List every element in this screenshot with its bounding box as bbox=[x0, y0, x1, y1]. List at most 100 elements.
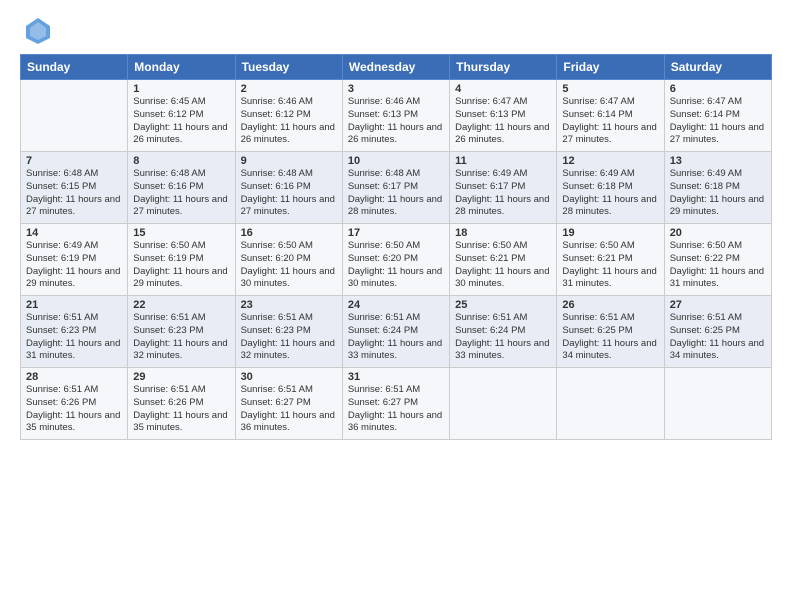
calendar-cell: 8Sunrise: 6:48 AM Sunset: 6:16 PM Daylig… bbox=[128, 152, 235, 224]
calendar-cell bbox=[21, 80, 128, 152]
day-number: 2 bbox=[241, 83, 337, 95]
calendar-cell: 11Sunrise: 6:49 AM Sunset: 6:17 PM Dayli… bbox=[450, 152, 557, 224]
calendar-cell: 16Sunrise: 6:50 AM Sunset: 6:20 PM Dayli… bbox=[235, 224, 342, 296]
day-number: 5 bbox=[562, 83, 658, 95]
day-number: 11 bbox=[455, 155, 551, 167]
calendar-cell: 29Sunrise: 6:51 AM Sunset: 6:26 PM Dayli… bbox=[128, 368, 235, 440]
calendar-cell: 2Sunrise: 6:46 AM Sunset: 6:12 PM Daylig… bbox=[235, 80, 342, 152]
day-info: Sunrise: 6:50 AM Sunset: 6:19 PM Dayligh… bbox=[133, 240, 229, 291]
calendar-cell: 12Sunrise: 6:49 AM Sunset: 6:18 PM Dayli… bbox=[557, 152, 664, 224]
day-info: Sunrise: 6:51 AM Sunset: 6:25 PM Dayligh… bbox=[670, 312, 766, 363]
calendar-cell: 3Sunrise: 6:46 AM Sunset: 6:13 PM Daylig… bbox=[342, 80, 449, 152]
day-number: 6 bbox=[670, 83, 766, 95]
day-number: 7 bbox=[26, 155, 122, 167]
calendar-cell: 31Sunrise: 6:51 AM Sunset: 6:27 PM Dayli… bbox=[342, 368, 449, 440]
day-number: 19 bbox=[562, 227, 658, 239]
day-number: 31 bbox=[348, 371, 444, 383]
calendar-header-row: SundayMondayTuesdayWednesdayThursdayFrid… bbox=[21, 55, 772, 80]
day-number: 18 bbox=[455, 227, 551, 239]
day-number: 21 bbox=[26, 299, 122, 311]
logo bbox=[20, 16, 52, 44]
day-number: 16 bbox=[241, 227, 337, 239]
day-number: 27 bbox=[670, 299, 766, 311]
calendar-cell: 17Sunrise: 6:50 AM Sunset: 6:20 PM Dayli… bbox=[342, 224, 449, 296]
calendar-header-sunday: Sunday bbox=[21, 55, 128, 80]
calendar-cell bbox=[557, 368, 664, 440]
day-number: 3 bbox=[348, 83, 444, 95]
day-number: 28 bbox=[26, 371, 122, 383]
calendar-cell: 23Sunrise: 6:51 AM Sunset: 6:23 PM Dayli… bbox=[235, 296, 342, 368]
calendar-cell: 7Sunrise: 6:48 AM Sunset: 6:15 PM Daylig… bbox=[21, 152, 128, 224]
day-info: Sunrise: 6:48 AM Sunset: 6:16 PM Dayligh… bbox=[241, 168, 337, 219]
calendar-header-wednesday: Wednesday bbox=[342, 55, 449, 80]
day-number: 17 bbox=[348, 227, 444, 239]
calendar-cell: 26Sunrise: 6:51 AM Sunset: 6:25 PM Dayli… bbox=[557, 296, 664, 368]
day-info: Sunrise: 6:51 AM Sunset: 6:25 PM Dayligh… bbox=[562, 312, 658, 363]
day-number: 10 bbox=[348, 155, 444, 167]
day-info: Sunrise: 6:49 AM Sunset: 6:17 PM Dayligh… bbox=[455, 168, 551, 219]
header bbox=[20, 16, 772, 44]
day-info: Sunrise: 6:51 AM Sunset: 6:26 PM Dayligh… bbox=[26, 384, 122, 435]
calendar-header-tuesday: Tuesday bbox=[235, 55, 342, 80]
day-info: Sunrise: 6:51 AM Sunset: 6:27 PM Dayligh… bbox=[348, 384, 444, 435]
day-number: 14 bbox=[26, 227, 122, 239]
day-info: Sunrise: 6:51 AM Sunset: 6:27 PM Dayligh… bbox=[241, 384, 337, 435]
calendar-cell: 10Sunrise: 6:48 AM Sunset: 6:17 PM Dayli… bbox=[342, 152, 449, 224]
day-number: 29 bbox=[133, 371, 229, 383]
calendar-week-row: 21Sunrise: 6:51 AM Sunset: 6:23 PM Dayli… bbox=[21, 296, 772, 368]
day-info: Sunrise: 6:48 AM Sunset: 6:15 PM Dayligh… bbox=[26, 168, 122, 219]
calendar-cell: 18Sunrise: 6:50 AM Sunset: 6:21 PM Dayli… bbox=[450, 224, 557, 296]
calendar-week-row: 7Sunrise: 6:48 AM Sunset: 6:15 PM Daylig… bbox=[21, 152, 772, 224]
page: SundayMondayTuesdayWednesdayThursdayFrid… bbox=[0, 0, 792, 612]
calendar-cell: 27Sunrise: 6:51 AM Sunset: 6:25 PM Dayli… bbox=[664, 296, 771, 368]
calendar-cell bbox=[664, 368, 771, 440]
logo-icon bbox=[24, 16, 52, 44]
day-info: Sunrise: 6:50 AM Sunset: 6:21 PM Dayligh… bbox=[455, 240, 551, 291]
calendar-cell: 9Sunrise: 6:48 AM Sunset: 6:16 PM Daylig… bbox=[235, 152, 342, 224]
day-info: Sunrise: 6:48 AM Sunset: 6:17 PM Dayligh… bbox=[348, 168, 444, 219]
day-number: 1 bbox=[133, 83, 229, 95]
calendar-cell: 6Sunrise: 6:47 AM Sunset: 6:14 PM Daylig… bbox=[664, 80, 771, 152]
calendar-cell: 28Sunrise: 6:51 AM Sunset: 6:26 PM Dayli… bbox=[21, 368, 128, 440]
calendar-cell: 5Sunrise: 6:47 AM Sunset: 6:14 PM Daylig… bbox=[557, 80, 664, 152]
day-number: 22 bbox=[133, 299, 229, 311]
calendar-cell: 13Sunrise: 6:49 AM Sunset: 6:18 PM Dayli… bbox=[664, 152, 771, 224]
day-number: 15 bbox=[133, 227, 229, 239]
day-info: Sunrise: 6:50 AM Sunset: 6:22 PM Dayligh… bbox=[670, 240, 766, 291]
calendar-cell: 25Sunrise: 6:51 AM Sunset: 6:24 PM Dayli… bbox=[450, 296, 557, 368]
calendar-cell: 20Sunrise: 6:50 AM Sunset: 6:22 PM Dayli… bbox=[664, 224, 771, 296]
day-number: 13 bbox=[670, 155, 766, 167]
day-info: Sunrise: 6:46 AM Sunset: 6:13 PM Dayligh… bbox=[348, 96, 444, 147]
day-info: Sunrise: 6:51 AM Sunset: 6:23 PM Dayligh… bbox=[241, 312, 337, 363]
calendar-header-friday: Friday bbox=[557, 55, 664, 80]
day-info: Sunrise: 6:51 AM Sunset: 6:24 PM Dayligh… bbox=[348, 312, 444, 363]
day-number: 12 bbox=[562, 155, 658, 167]
calendar-cell: 14Sunrise: 6:49 AM Sunset: 6:19 PM Dayli… bbox=[21, 224, 128, 296]
day-info: Sunrise: 6:46 AM Sunset: 6:12 PM Dayligh… bbox=[241, 96, 337, 147]
calendar-cell: 21Sunrise: 6:51 AM Sunset: 6:23 PM Dayli… bbox=[21, 296, 128, 368]
calendar-cell: 1Sunrise: 6:45 AM Sunset: 6:12 PM Daylig… bbox=[128, 80, 235, 152]
day-number: 30 bbox=[241, 371, 337, 383]
calendar-week-row: 1Sunrise: 6:45 AM Sunset: 6:12 PM Daylig… bbox=[21, 80, 772, 152]
day-info: Sunrise: 6:49 AM Sunset: 6:19 PM Dayligh… bbox=[26, 240, 122, 291]
calendar-table: SundayMondayTuesdayWednesdayThursdayFrid… bbox=[20, 54, 772, 440]
calendar-cell: 15Sunrise: 6:50 AM Sunset: 6:19 PM Dayli… bbox=[128, 224, 235, 296]
day-number: 25 bbox=[455, 299, 551, 311]
calendar-header-thursday: Thursday bbox=[450, 55, 557, 80]
day-number: 24 bbox=[348, 299, 444, 311]
day-number: 8 bbox=[133, 155, 229, 167]
calendar-cell: 22Sunrise: 6:51 AM Sunset: 6:23 PM Dayli… bbox=[128, 296, 235, 368]
calendar-cell bbox=[450, 368, 557, 440]
day-info: Sunrise: 6:47 AM Sunset: 6:13 PM Dayligh… bbox=[455, 96, 551, 147]
day-info: Sunrise: 6:48 AM Sunset: 6:16 PM Dayligh… bbox=[133, 168, 229, 219]
day-info: Sunrise: 6:50 AM Sunset: 6:21 PM Dayligh… bbox=[562, 240, 658, 291]
day-number: 26 bbox=[562, 299, 658, 311]
calendar-week-row: 14Sunrise: 6:49 AM Sunset: 6:19 PM Dayli… bbox=[21, 224, 772, 296]
day-info: Sunrise: 6:51 AM Sunset: 6:23 PM Dayligh… bbox=[26, 312, 122, 363]
day-info: Sunrise: 6:47 AM Sunset: 6:14 PM Dayligh… bbox=[670, 96, 766, 147]
calendar-cell: 4Sunrise: 6:47 AM Sunset: 6:13 PM Daylig… bbox=[450, 80, 557, 152]
calendar-week-row: 28Sunrise: 6:51 AM Sunset: 6:26 PM Dayli… bbox=[21, 368, 772, 440]
day-number: 9 bbox=[241, 155, 337, 167]
day-info: Sunrise: 6:51 AM Sunset: 6:24 PM Dayligh… bbox=[455, 312, 551, 363]
calendar-cell: 24Sunrise: 6:51 AM Sunset: 6:24 PM Dayli… bbox=[342, 296, 449, 368]
